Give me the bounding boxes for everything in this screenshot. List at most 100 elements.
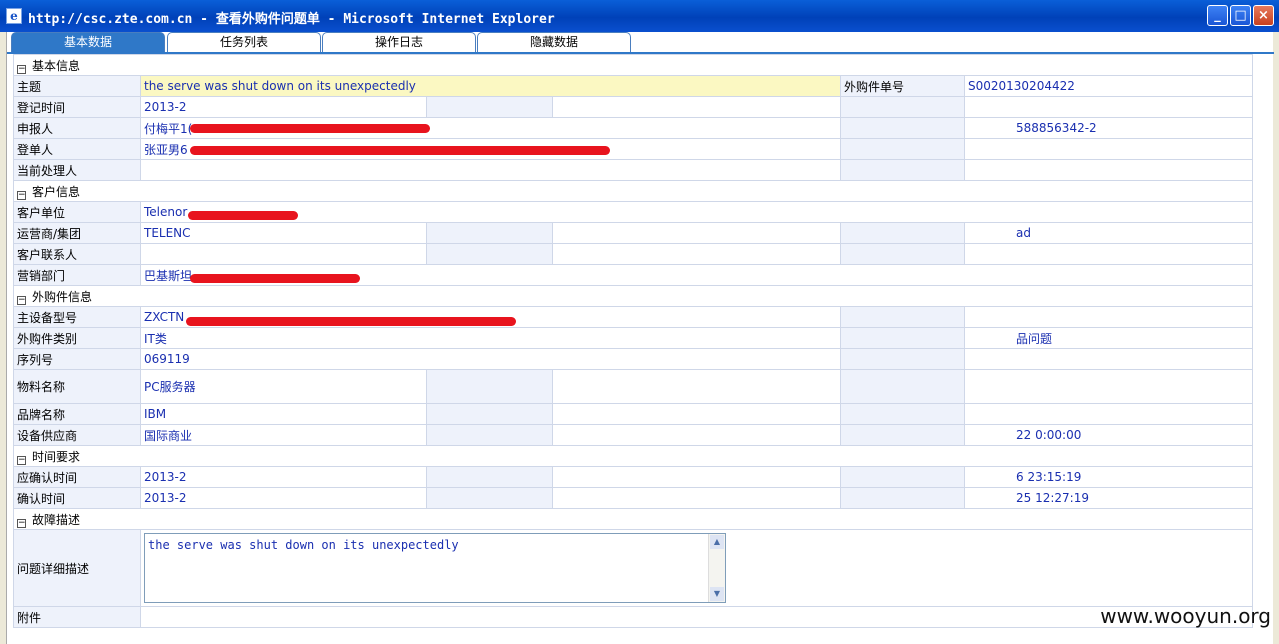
- masked-value: [963, 159, 1254, 181]
- masked-value: [963, 348, 1254, 370]
- section-part-info[interactable]: − 外购件信息: [12, 285, 1254, 307]
- window-titlebar: e http://csc.zte.com.cn - 查看外购件问题单 - Mic…: [0, 0, 1279, 32]
- masked-label: [840, 424, 965, 446]
- customer-unit-value: Telenor: [139, 201, 1254, 223]
- masked-value: [552, 243, 841, 265]
- redaction-mark: [186, 317, 516, 326]
- masked-value: [552, 487, 841, 509]
- registrant-label: 登单人: [13, 138, 141, 160]
- masked-value: [552, 369, 841, 404]
- redaction-mark: [190, 146, 610, 155]
- masked-label: [840, 487, 965, 509]
- reporter-label: 申报人: [13, 117, 141, 139]
- confirm-due-label: 应确认时间: [13, 466, 141, 488]
- customer-contact-value: [140, 243, 427, 265]
- customer-unit-label: 客户单位: [13, 201, 141, 223]
- masked-label: [426, 403, 553, 425]
- operator-value: TELENC: [140, 222, 427, 244]
- reg-time-label: 登记时间: [13, 96, 141, 118]
- serial-value: 069119: [140, 348, 841, 370]
- masked-label: [840, 243, 965, 265]
- masked-value: [963, 403, 1254, 425]
- window-title: http://csc.zte.com.cn - 查看外购件问题单 - Micro…: [28, 12, 555, 27]
- scroll-up-icon[interactable]: ▲: [710, 535, 724, 549]
- collapse-icon[interactable]: −: [17, 518, 26, 528]
- masked-label: [840, 159, 965, 181]
- section-customer-info[interactable]: − 客户信息: [12, 180, 1254, 202]
- confirmed-value: 2013-2: [140, 487, 427, 509]
- material-label: 物料名称: [13, 369, 141, 404]
- order-no-value: S0020130204422: [963, 75, 1254, 97]
- masked-label: [840, 327, 965, 349]
- scroll-down-icon[interactable]: ▼: [710, 587, 724, 601]
- masked-label: [840, 466, 965, 488]
- minimize-button[interactable]: _: [1207, 5, 1228, 26]
- maximize-button[interactable]: □: [1230, 5, 1251, 26]
- reporter-phone-value: 588856342-2: [963, 117, 1254, 139]
- ie-page-icon: e: [6, 8, 22, 24]
- masked-value: [552, 424, 841, 446]
- attach-value: [139, 606, 1254, 628]
- customer-contact-label: 客户联系人: [13, 243, 141, 265]
- masked-label: [426, 369, 553, 404]
- collapse-icon[interactable]: −: [17, 455, 26, 465]
- section-basic-info[interactable]: − 基本信息: [12, 54, 1254, 76]
- section-fault-desc[interactable]: − 故障描述: [12, 508, 1254, 530]
- collapse-icon[interactable]: −: [17, 190, 26, 200]
- tab-basic-data[interactable]: 基本数据: [11, 32, 165, 52]
- detail-textarea[interactable]: the serve was shut down on its unexpecte…: [144, 533, 726, 603]
- masked-value: [963, 369, 1254, 404]
- detail-label: 问题详细描述: [13, 529, 141, 607]
- attach-label: 附件: [13, 606, 141, 628]
- textarea-scrollbar[interactable]: ▲ ▼: [708, 534, 725, 602]
- masked-value: [552, 403, 841, 425]
- subject-label: 主题: [13, 75, 141, 97]
- section-time-req[interactable]: − 时间要求: [12, 445, 1254, 467]
- masked-value: [963, 306, 1254, 328]
- material-value: PC服务器: [140, 369, 427, 404]
- problem-form: − 基本信息 主题 the serve was shut down on its …: [12, 54, 1254, 628]
- brand-value: IBM: [140, 403, 427, 425]
- masked-label: [840, 348, 965, 370]
- confirmed-label: 确认时间: [13, 487, 141, 509]
- main-model-label: 主设备型号: [13, 306, 141, 328]
- order-no-label: 外购件单号: [840, 75, 965, 97]
- masked-value: [963, 96, 1254, 118]
- masked-label: [840, 403, 965, 425]
- masked-label: [426, 96, 553, 118]
- masked-label: [426, 487, 553, 509]
- masked-label: [840, 96, 965, 118]
- masked-value: [963, 138, 1254, 160]
- supplier-value: 国际商业: [140, 424, 427, 446]
- collapse-icon[interactable]: −: [17, 295, 26, 305]
- confirmed-right-value: 25 12:27:19: [963, 487, 1254, 509]
- handler-label: 当前处理人: [13, 159, 141, 181]
- masked-value: [552, 222, 841, 244]
- redaction-mark: [190, 124, 430, 133]
- operator-right-value: ad: [963, 222, 1254, 244]
- confirm-due-value: 2013-2: [140, 466, 427, 488]
- masked-value: [963, 243, 1254, 265]
- supplier-label: 设备供应商: [13, 424, 141, 446]
- masked-value: [552, 466, 841, 488]
- tab-hidden-data[interactable]: 隐藏数据: [477, 32, 631, 52]
- masked-label: [840, 306, 965, 328]
- subject-value: the serve was shut down on its unexpecte…: [140, 75, 841, 97]
- detail-cell: the serve was shut down on its unexpecte…: [139, 529, 1254, 607]
- masked-label: [426, 424, 553, 446]
- masked-label: [840, 117, 965, 139]
- collapse-icon[interactable]: −: [17, 64, 26, 74]
- watermark: www.wooyun.org: [1100, 604, 1271, 628]
- tab-task-list[interactable]: 任务列表: [167, 32, 321, 52]
- detail-text: the serve was shut down on its unexpecte…: [148, 538, 459, 552]
- tab-operation-log[interactable]: 操作日志: [322, 32, 476, 52]
- handler-value: [140, 159, 841, 181]
- masked-label: [840, 222, 965, 244]
- sales-dept-label: 营销部门: [13, 264, 141, 286]
- masked-label: [426, 466, 553, 488]
- masked-label: [426, 243, 553, 265]
- masked-value: [552, 96, 841, 118]
- masked-label: [840, 138, 965, 160]
- close-button[interactable]: ×: [1253, 5, 1274, 26]
- redaction-mark: [190, 274, 360, 283]
